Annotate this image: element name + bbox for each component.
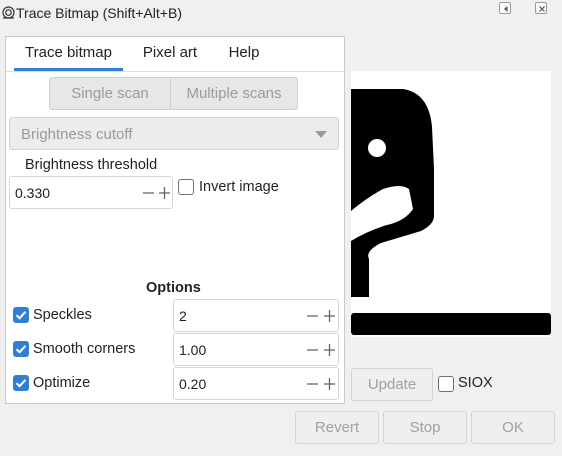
speckles-stepper[interactable]: 2: [173, 299, 339, 332]
checkmark-icon: [15, 311, 27, 320]
tab-pixel-art[interactable]: Pixel art: [135, 37, 205, 69]
optimize-label: Optimize: [33, 375, 91, 391]
close-icon: [539, 6, 545, 12]
threshold-value: 0.330: [15, 185, 51, 201]
increment-button[interactable]: [157, 183, 172, 203]
tab-divider: [6, 71, 344, 72]
threshold-label: Brightness threshold: [25, 157, 158, 173]
optimize-checkbox[interactable]: [13, 375, 29, 391]
back-arrow-icon: [504, 6, 508, 12]
close-button[interactable]: [535, 2, 547, 14]
stop-button[interactable]: Stop: [383, 411, 467, 444]
revert-button[interactable]: Revert: [295, 411, 379, 444]
minus-icon: [143, 192, 154, 194]
minus-icon: [307, 383, 318, 385]
speckles-value: 2: [179, 308, 187, 324]
checkmark-icon: [15, 345, 27, 354]
minus-icon: [307, 349, 318, 351]
update-button[interactable]: Update: [351, 368, 433, 401]
decrement-button[interactable]: [141, 183, 156, 203]
multiple-scans-button[interactable]: Multiple scans: [171, 78, 297, 109]
increment-button[interactable]: [322, 374, 337, 394]
tab-trace-bitmap[interactable]: Trace bitmap: [14, 37, 123, 69]
speckles-label: Speckles: [33, 307, 92, 323]
decrement-button[interactable]: [305, 340, 320, 360]
increment-button[interactable]: [322, 306, 337, 326]
optimize-stepper[interactable]: 0.20: [173, 367, 339, 400]
window-title: Trace Bitmap (Shift+Alt+B): [16, 5, 182, 21]
increment-button[interactable]: [322, 340, 337, 360]
trace-preview: [351, 71, 551, 337]
decrement-button[interactable]: [305, 374, 320, 394]
algorithm-selected-value: Brightness cutoff: [21, 126, 133, 143]
algorithm-dropdown[interactable]: Brightness cutoff: [9, 117, 339, 150]
siox-checkbox[interactable]: [438, 376, 454, 392]
decrement-button[interactable]: [305, 306, 320, 326]
checkmark-icon: [15, 379, 27, 388]
smooth-corners-label: Smooth corners: [33, 341, 136, 357]
plus-icon: [324, 310, 335, 322]
chess-knight-icon: [351, 89, 551, 335]
single-scan-button[interactable]: Single scan: [50, 78, 170, 109]
speckles-checkbox[interactable]: [13, 307, 29, 323]
plus-icon: [324, 378, 335, 390]
smooth-corners-checkbox[interactable]: [13, 341, 29, 357]
plus-icon: [324, 344, 335, 356]
app-icon: [2, 6, 15, 19]
threshold-stepper[interactable]: 0.330: [9, 176, 173, 209]
chevron-down-icon: [315, 131, 327, 138]
plus-icon: [159, 187, 170, 199]
siox-label: SIOX: [458, 375, 493, 391]
scan-mode-toggle: Single scan Multiple scans: [49, 77, 298, 110]
options-heading: Options: [146, 280, 201, 296]
invert-image-checkbox[interactable]: [178, 179, 194, 195]
optimize-value: 0.20: [179, 376, 207, 392]
smooth-corners-stepper[interactable]: 1.00: [173, 333, 339, 366]
smooth-corners-value: 1.00: [179, 342, 207, 358]
invert-image-label: Invert image: [199, 179, 279, 195]
tab-help[interactable]: Help: [218, 37, 270, 69]
restore-button[interactable]: [499, 2, 511, 14]
ok-button[interactable]: OK: [471, 411, 555, 444]
minus-icon: [307, 315, 318, 317]
